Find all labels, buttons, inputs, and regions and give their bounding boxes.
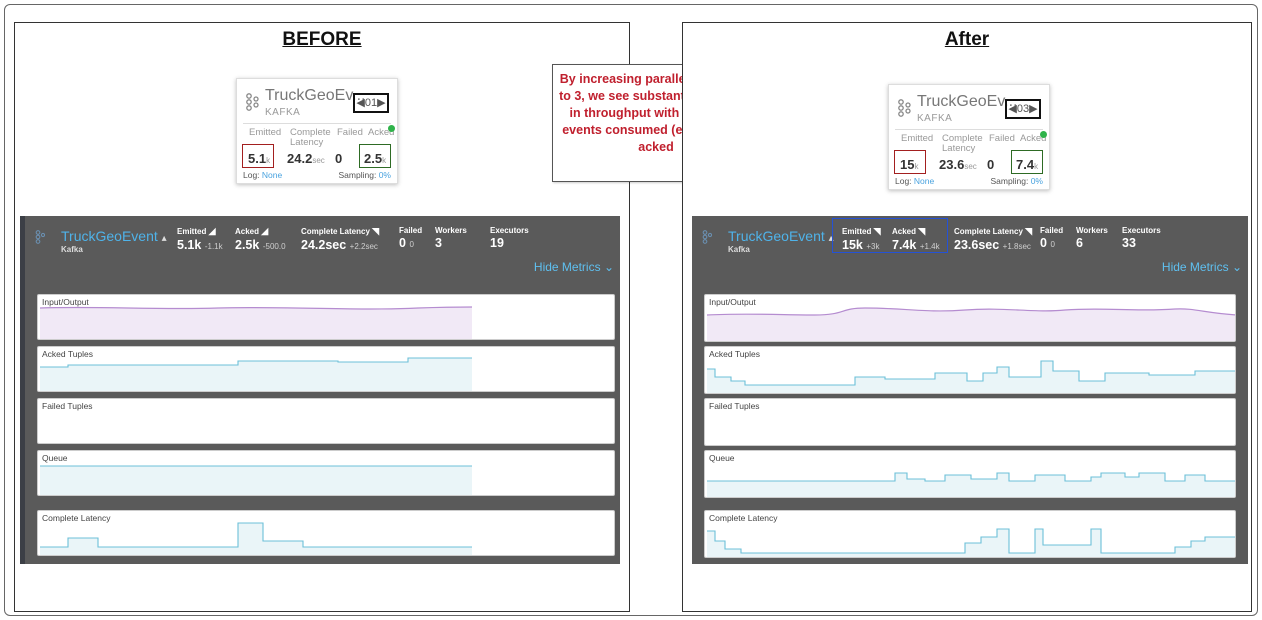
log-level: Log: None: [895, 176, 935, 186]
component-type: KAFKA: [917, 113, 953, 124]
stat-executors: Executors 19: [490, 226, 529, 250]
after-heading: After: [944, 29, 990, 50]
emitted-label: Emitted: [249, 127, 282, 138]
failed-label: Failed: [989, 133, 1015, 144]
caret-down-icon: ▴: [161, 233, 167, 244]
before-heading: BEFORE: [282, 29, 362, 50]
parallelism-control[interactable]: ◀01▶: [353, 93, 389, 113]
component-title: TruckGeoEv...: [265, 87, 366, 104]
divider: [895, 129, 1043, 130]
stat-complete-latency: Complete Latency ◥ 24.2sec +2.2sec: [301, 226, 380, 252]
chevron-right-icon[interactable]: ▶: [377, 97, 385, 109]
chart-queue: Queue: [704, 450, 1236, 498]
after-component-card[interactable]: TruckGeoEv... KAFKA ◀03▶ Emitted Complet…: [888, 84, 1050, 190]
chevron-down-icon: ⌄: [603, 260, 614, 274]
hide-metrics-toggle[interactable]: Hide Metrics ⌄: [534, 260, 614, 274]
parallelism-control[interactable]: ◀03▶: [1005, 99, 1041, 119]
emitted-value: 5.1k: [248, 151, 271, 166]
stat-complete-latency: Complete Latency ◥ 23.6sec +1.8sec: [954, 226, 1033, 252]
stat-emitted: Emitted ◥ 15k +3k: [842, 226, 881, 252]
before-component-card[interactable]: TruckGeoEv... KAFKA ◀01▶ Emitted Complet…: [236, 78, 398, 184]
chevron-left-icon[interactable]: ◀: [356, 97, 364, 109]
chevron-left-icon[interactable]: ◀: [1008, 103, 1016, 115]
parallelism-value: 01: [364, 97, 378, 109]
component-type: Kafka: [728, 245, 750, 254]
chart-acked-tuples: Acked Tuples: [704, 346, 1236, 394]
after-metrics-dashboard: TruckGeoEvent ▴ Kafka Emitted ◥ 15k +3k A…: [692, 216, 1248, 564]
component-type: KAFKA: [265, 107, 301, 118]
arrow-up-right-icon: ◥: [372, 226, 380, 236]
emitted-value: 15k: [900, 157, 919, 172]
component-type: Kafka: [61, 245, 83, 254]
failed-label: Failed: [337, 127, 363, 138]
stat-acked: Acked ◥ 7.4k +1.4k: [892, 226, 940, 252]
arrow-up-right-icon: ◥: [873, 226, 881, 236]
chart-failed-tuples: Failed Tuples: [37, 398, 615, 444]
stat-workers: Workers 3: [435, 226, 467, 250]
chart-complete-latency: Complete Latency: [704, 510, 1236, 558]
component-title: TruckGeoEv...: [917, 93, 1018, 110]
parallelism-value: 03: [1016, 103, 1030, 115]
kafka-icon: [898, 99, 911, 117]
chevron-down-icon: ⌄: [1231, 260, 1242, 274]
stat-failed: Failed 0 0: [1040, 226, 1064, 250]
before-metrics-dashboard: TruckGeoEvent ▴ Kafka Emitted ◢ 5.1k -1.1…: [20, 216, 620, 564]
failed-value: 0: [335, 151, 343, 166]
chart-input-output: Input/Output: [704, 294, 1236, 342]
chart-input-output: Input/Output: [37, 294, 615, 340]
chart-complete-latency: Complete Latency: [37, 510, 615, 556]
stat-acked: Acked ◢ 2.5k -500.0: [235, 226, 286, 252]
component-title-link[interactable]: TruckGeoEvent ▴: [61, 228, 167, 244]
arrow-up-right-icon: ◥: [918, 226, 926, 236]
kafka-icon: [246, 93, 259, 111]
arrow-down-right-icon: ◢: [208, 226, 216, 236]
latency-label: Latency: [942, 143, 976, 154]
acked-value: 2.5k: [364, 151, 387, 166]
chart-acked-tuples: Acked Tuples: [37, 346, 615, 392]
log-level: Log: None: [243, 170, 283, 180]
status-dot: [388, 125, 395, 132]
latency-value: 23.6sec: [939, 157, 977, 172]
acked-value: 7.4k: [1016, 157, 1039, 172]
chart-failed-tuples: Failed Tuples: [704, 398, 1236, 446]
kafka-icon: [35, 230, 45, 244]
hide-metrics-toggle[interactable]: Hide Metrics ⌄: [1162, 260, 1242, 274]
stat-emitted: Emitted ◢ 5.1k -1.1k: [177, 226, 223, 252]
sampling: Sampling: 0%: [338, 170, 391, 180]
stat-executors: Executors 33: [1122, 226, 1161, 250]
component-title-link[interactable]: TruckGeoEvent ▴: [728, 228, 834, 244]
latency-value: 24.2sec: [287, 151, 325, 166]
chevron-right-icon[interactable]: ▶: [1029, 103, 1037, 115]
kafka-icon: [702, 230, 712, 244]
chart-queue: Queue: [37, 450, 615, 496]
stat-failed: Failed 0 0: [399, 226, 423, 250]
arrow-up-right-icon: ◥: [1025, 226, 1033, 236]
sampling: Sampling: 0%: [990, 176, 1043, 186]
emitted-label: Emitted: [901, 133, 934, 144]
status-dot: [1040, 131, 1047, 138]
stat-workers: Workers 6: [1076, 226, 1108, 250]
latency-label: Latency: [290, 137, 324, 148]
arrow-down-right-icon: ◢: [261, 226, 269, 236]
divider: [243, 123, 391, 124]
failed-value: 0: [987, 157, 995, 172]
